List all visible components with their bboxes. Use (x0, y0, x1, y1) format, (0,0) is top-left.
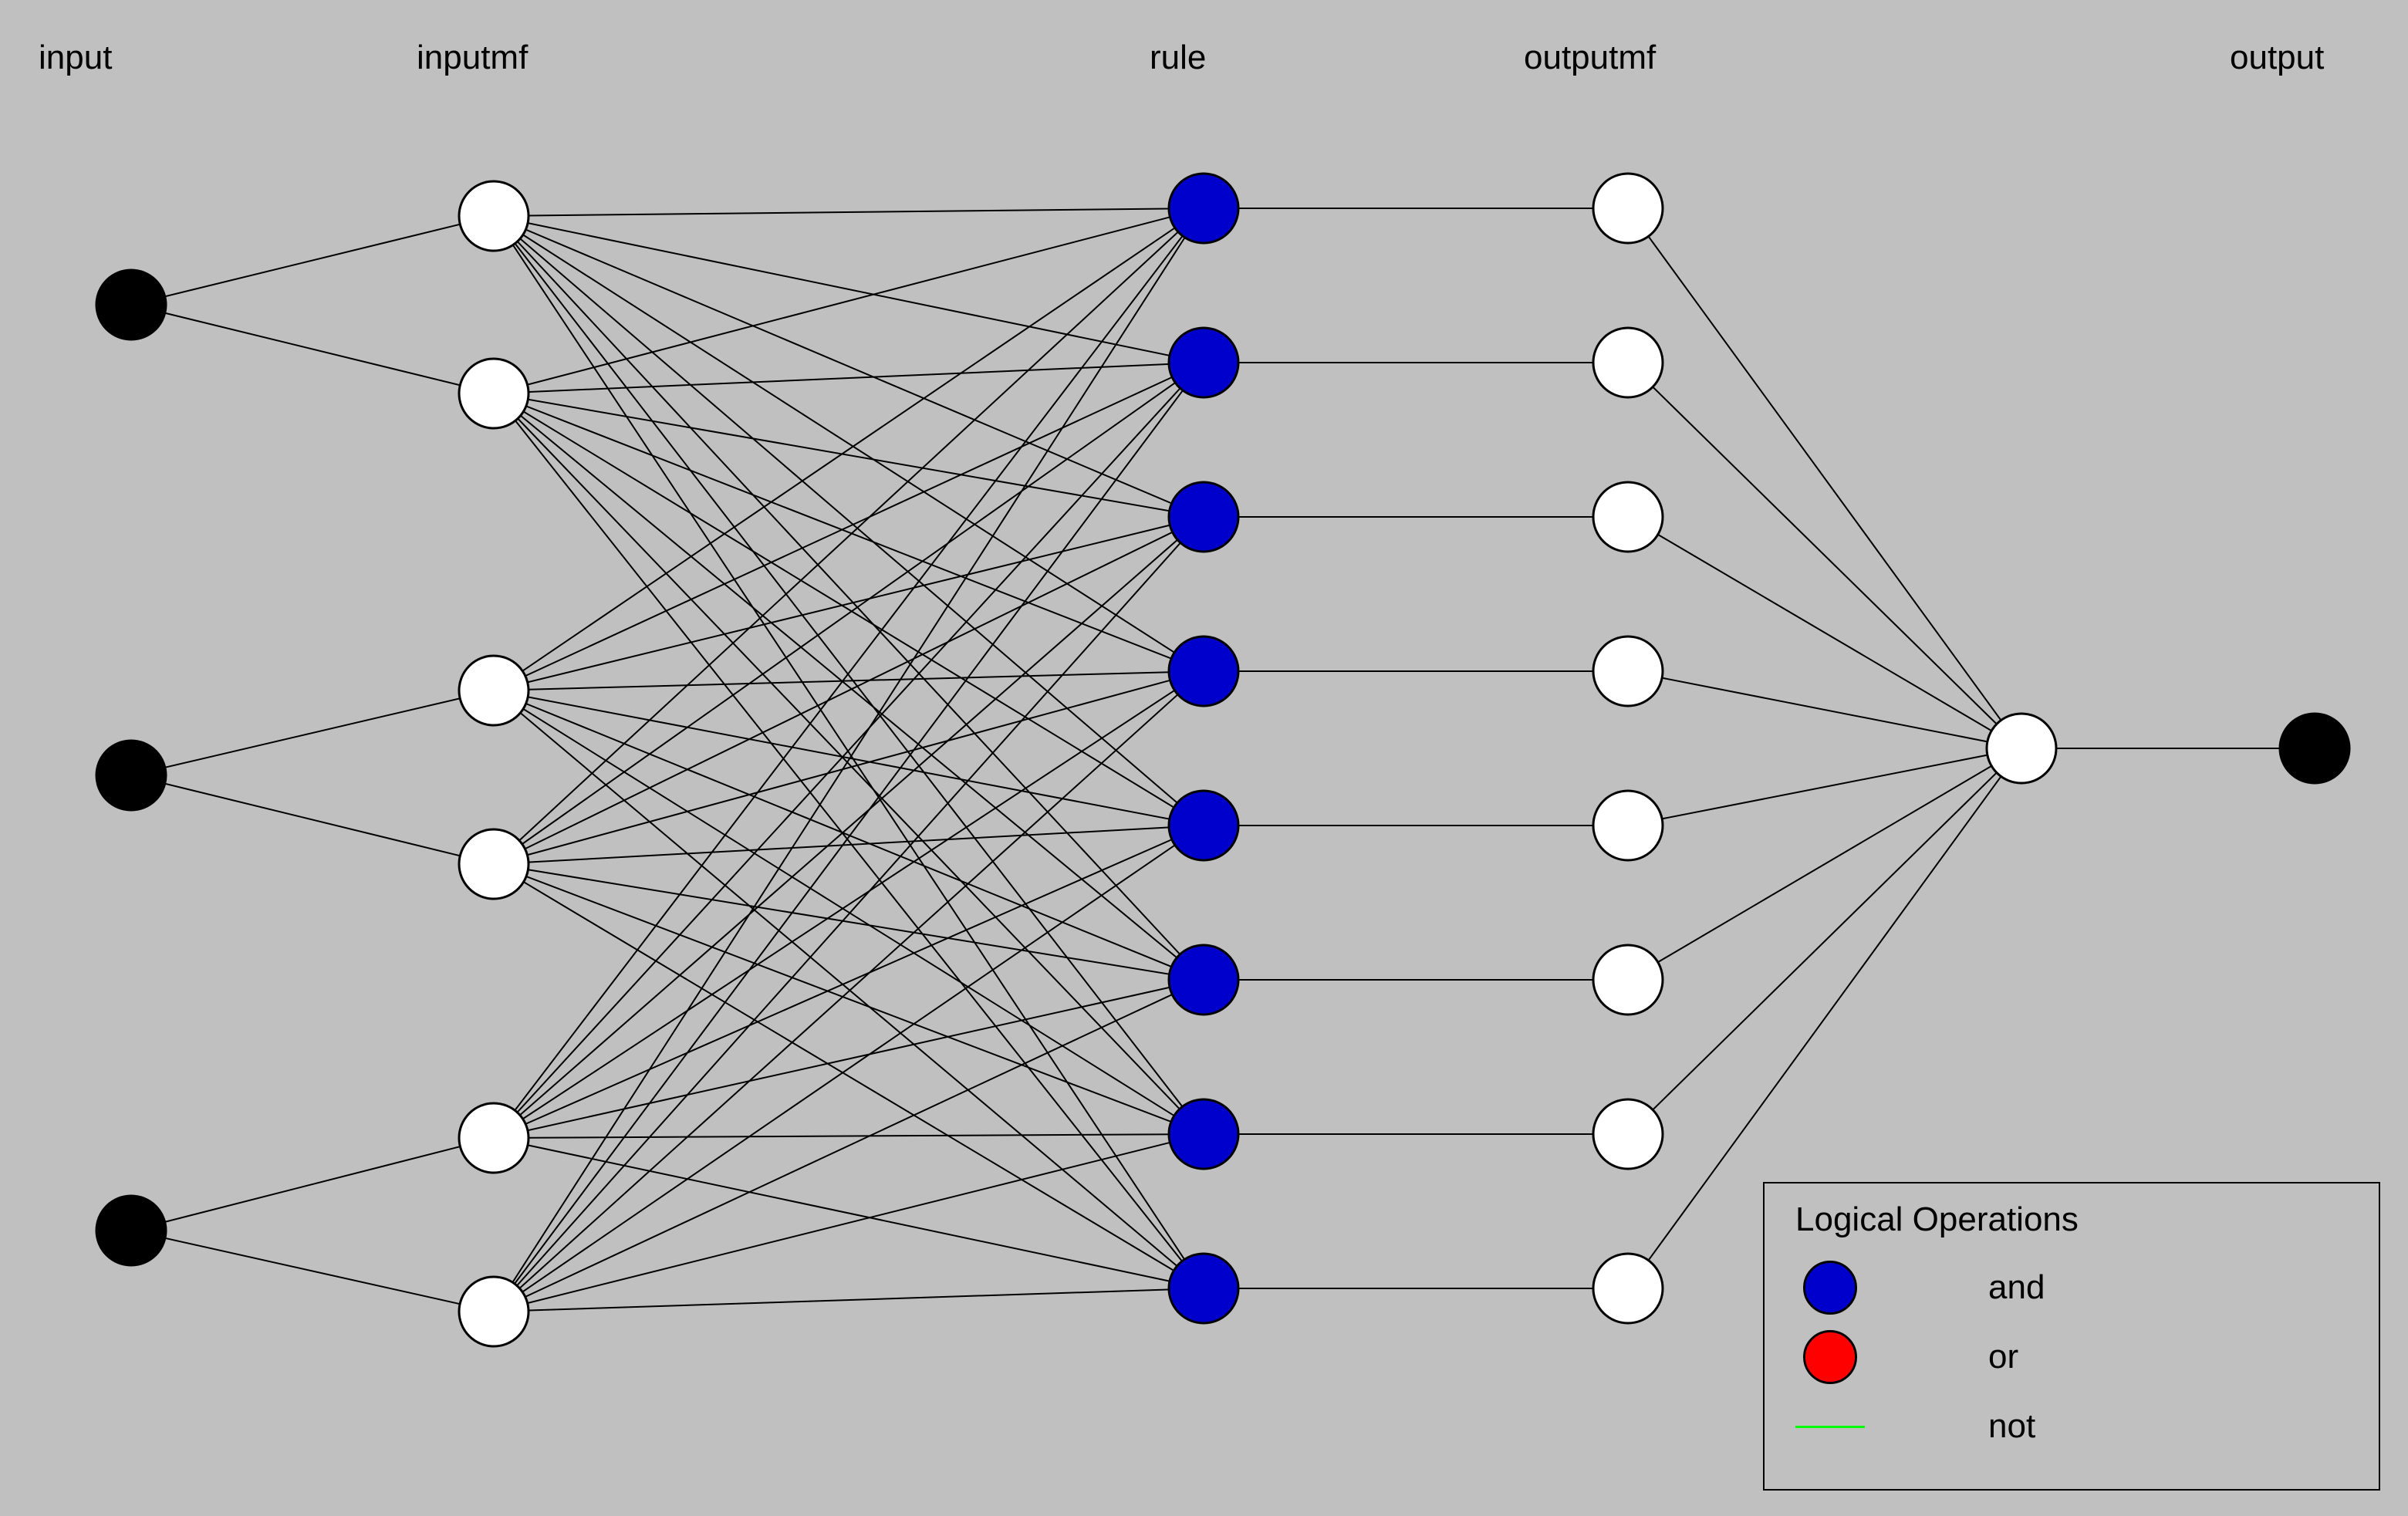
edge (131, 1231, 494, 1312)
rule-node-6 (1169, 1099, 1238, 1169)
edge (131, 1138, 494, 1231)
outputmf-node-6 (1593, 1099, 1663, 1169)
outputmf-node-1 (1593, 328, 1663, 397)
edge (494, 690, 1204, 1288)
inputmf-node-4 (459, 1103, 529, 1173)
edge (131, 690, 494, 775)
legend-box: Logical Operations and or not (1763, 1182, 2380, 1491)
edge (494, 208, 1204, 690)
inputmf-node-0 (459, 181, 529, 251)
edge (494, 216, 1204, 1134)
output-node (2280, 714, 2349, 783)
edge (1628, 517, 2021, 748)
inputmf-node-3 (459, 829, 529, 899)
legend-row-and: and (1795, 1253, 2348, 1322)
edge (494, 517, 1204, 864)
edge (494, 363, 1204, 864)
outputmf-node-2 (1593, 482, 1663, 552)
edge (494, 393, 1204, 671)
edge (494, 363, 1204, 1138)
rule-node-0 (1169, 174, 1238, 243)
outputmf-node-0 (1593, 174, 1663, 243)
edge (494, 864, 1204, 1288)
input-node-0 (96, 270, 166, 339)
edge (494, 1134, 1204, 1138)
edge (1628, 208, 2021, 748)
nodes-group (96, 174, 2349, 1346)
rule-node-4 (1169, 791, 1238, 860)
rule-node-7 (1169, 1254, 1238, 1323)
edge (494, 690, 1204, 826)
edge (1628, 748, 2021, 980)
edge (494, 216, 1204, 980)
legend-not-label: not (1988, 1407, 2035, 1446)
outputmf-node-7 (1593, 1254, 1663, 1323)
legend-title: Logical Operations (1795, 1200, 2348, 1239)
input-node-2 (96, 1196, 166, 1265)
outputmf-node-4 (1593, 791, 1663, 860)
edge (494, 1288, 1204, 1312)
edge (494, 826, 1204, 1138)
edge (494, 393, 1204, 980)
outputmf-node-3 (1593, 636, 1663, 706)
edge (494, 393, 1204, 1288)
rule-node-3 (1169, 636, 1238, 706)
inputmf-node-1 (459, 359, 529, 428)
edge (494, 216, 1204, 1288)
edge (494, 216, 1204, 363)
edge (494, 826, 1204, 864)
legend-not-icon (1795, 1426, 1865, 1428)
anfis-structure-diagram: input inputmf rule outputmf output Logic… (0, 0, 2408, 1516)
edge (494, 864, 1204, 980)
legend-or-label: or (1988, 1338, 2018, 1376)
rule-node-2 (1169, 482, 1238, 552)
edge (131, 305, 494, 393)
aggregator-node (1987, 714, 2056, 783)
edge (1628, 671, 2021, 748)
rule-node-5 (1169, 945, 1238, 1015)
edge (131, 775, 494, 864)
input-node-1 (96, 741, 166, 810)
edge (1628, 748, 2021, 826)
rule-node-1 (1169, 328, 1238, 397)
legend-and-label: and (1988, 1268, 2045, 1307)
inputmf-node-2 (459, 656, 529, 725)
edge (131, 216, 494, 305)
edge (494, 517, 1204, 1312)
inputmf-node-5 (459, 1277, 529, 1346)
legend-or-icon (1803, 1330, 1857, 1384)
legend-row-not: not (1795, 1392, 2348, 1461)
edge (494, 208, 1204, 216)
outputmf-node-5 (1593, 945, 1663, 1015)
edge (1628, 363, 2021, 748)
edge (494, 980, 1204, 1138)
edge (1628, 748, 2021, 1134)
legend-row-or: or (1795, 1322, 2348, 1392)
legend-and-icon (1803, 1261, 1857, 1315)
